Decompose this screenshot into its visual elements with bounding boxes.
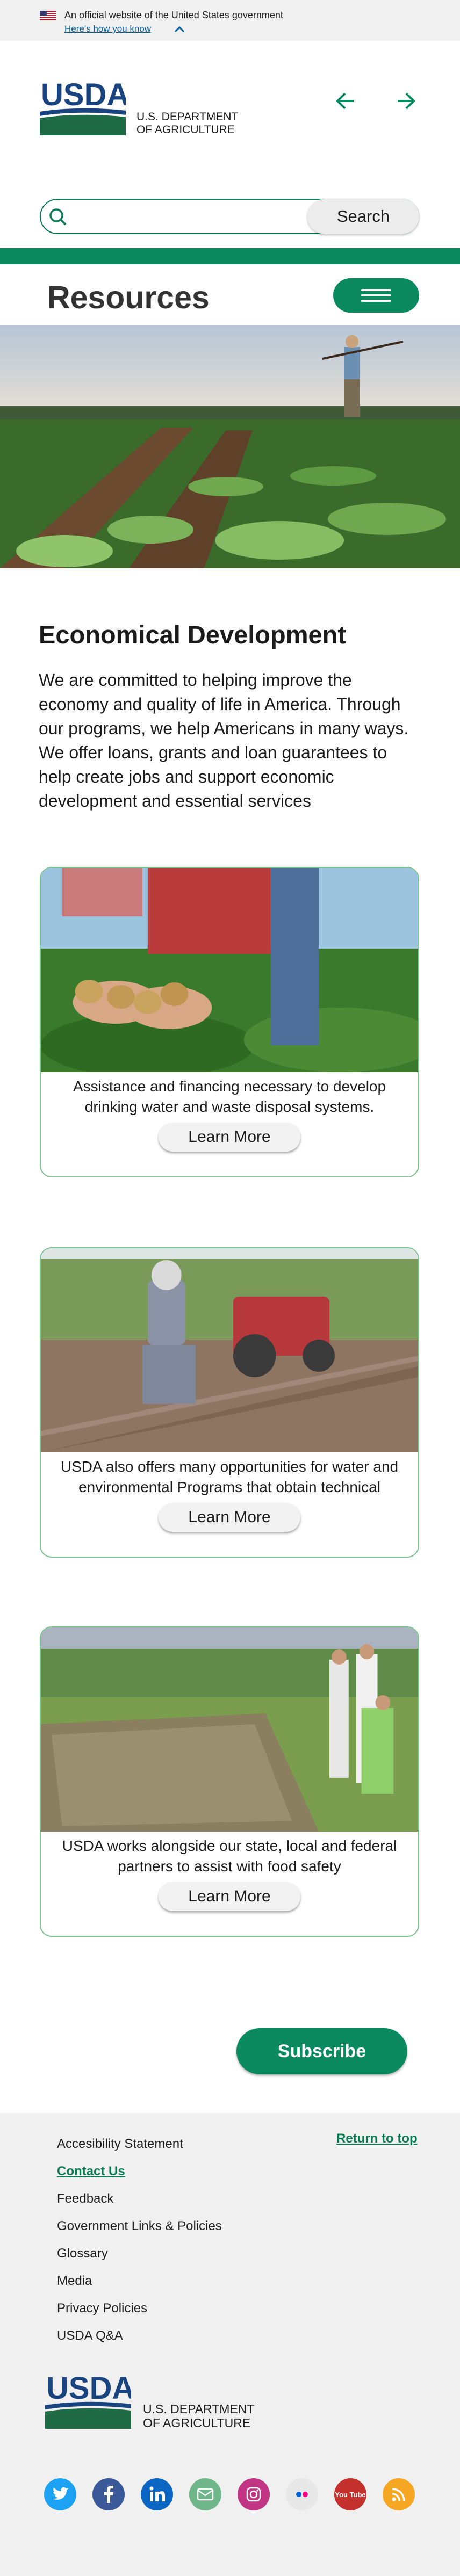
svg-text:USDA: USDA — [46, 2371, 131, 2406]
search-bar[interactable]: Search — [40, 199, 419, 234]
section-description: We are committed to helping improve the … — [39, 670, 409, 811]
rss-icon[interactable] — [383, 2478, 415, 2510]
us-flag-icon — [40, 11, 56, 20]
footer-link-contact-us[interactable]: Contact Us — [57, 2158, 222, 2185]
page-title: Resources — [47, 280, 210, 315]
linkedin-icon[interactable] — [141, 2478, 173, 2510]
chevron-up-icon[interactable] — [173, 25, 186, 33]
official-website-text: An official website of the United States… — [64, 10, 283, 20]
card-image-rice-field — [41, 1627, 418, 1832]
return-to-top-link[interactable]: Return to top — [336, 2131, 418, 2146]
agency-line-1: U.S. DEPARTMENT — [136, 111, 239, 123]
agency-name: U.S. DEPARTMENT OF AGRICULTURE — [136, 111, 238, 136]
svg-text:USDA: USDA — [41, 77, 126, 112]
section-heading: Economical Development — [39, 620, 346, 649]
resource-card: USDA works alongside our state, local an… — [40, 1626, 419, 1937]
learn-more-button[interactable]: Learn More — [159, 1123, 300, 1152]
footer-link-glossary[interactable]: Glossary — [57, 2240, 222, 2267]
search-button[interactable]: Search — [307, 199, 419, 234]
footer-link-usda-qa[interactable]: USDA Q&A — [57, 2322, 222, 2349]
footer-link-accessibility[interactable]: Accesibility Statement — [57, 2130, 222, 2158]
arrow-left-icon[interactable] — [334, 91, 356, 111]
search-icon — [49, 208, 67, 226]
card-description: USDA also offers many opportunities for … — [60, 1458, 399, 1495]
card-description: USDA works alongside our state, local an… — [62, 1837, 397, 1875]
card-image-field-worker — [41, 1248, 418, 1452]
footer-link-government-links[interactable]: Government Links & Policies — [57, 2212, 222, 2240]
footer-usda-logo[interactable]: USDA — [45, 2370, 131, 2429]
footer-agency-line-2: OF AGRICULTURE — [143, 2416, 251, 2430]
footer-agency-name: U.S. DEPARTMENT OF AGRICULTURE — [143, 2402, 254, 2430]
site-footer: Accesibility Statement Contact Us Feedba… — [0, 2113, 460, 2576]
agency-line-2: OF AGRICULTURE — [136, 124, 235, 136]
learn-more-button[interactable]: Learn More — [159, 1882, 300, 1911]
youtube-icon[interactable]: You Tube — [334, 2478, 366, 2510]
menu-button[interactable] — [333, 278, 419, 313]
arrow-right-icon[interactable] — [396, 91, 417, 111]
usda-logo[interactable]: USDA — [40, 76, 126, 135]
gov-banner: An official website of the United States… — [0, 0, 460, 41]
learn-more-button[interactable]: Learn More — [159, 1503, 300, 1532]
hamburger-menu-icon — [361, 289, 391, 302]
twitter-icon[interactable] — [44, 2478, 76, 2510]
email-icon[interactable] — [189, 2478, 221, 2510]
hero-image — [0, 325, 460, 568]
flickr-icon[interactable] — [286, 2478, 318, 2510]
footer-links: Accesibility Statement Contact Us Feedba… — [57, 2130, 222, 2349]
resource-card: Assistance and financing necessary to de… — [40, 867, 419, 1177]
svg-text:You Tube: You Tube — [335, 2491, 365, 2499]
resource-card: USDA also offers many opportunities for … — [40, 1247, 419, 1558]
card-image-potatoes — [41, 868, 418, 1072]
footer-agency-line-1: U.S. DEPARTMENT — [143, 2402, 255, 2416]
footer-link-privacy[interactable]: Privacy Policies — [57, 2295, 222, 2322]
how-you-know-link[interactable]: Here's how you know — [64, 24, 151, 34]
resources-bar: Resources — [0, 264, 460, 325]
footer-link-feedback[interactable]: Feedback — [57, 2185, 222, 2212]
subscribe-button[interactable]: Subscribe — [236, 2028, 407, 2074]
footer-link-media[interactable]: Media — [57, 2267, 222, 2295]
instagram-icon[interactable] — [238, 2478, 270, 2510]
facebook-icon[interactable] — [92, 2478, 125, 2510]
card-description: Assistance and financing necessary to de… — [73, 1078, 386, 1115]
green-divider — [0, 248, 460, 264]
